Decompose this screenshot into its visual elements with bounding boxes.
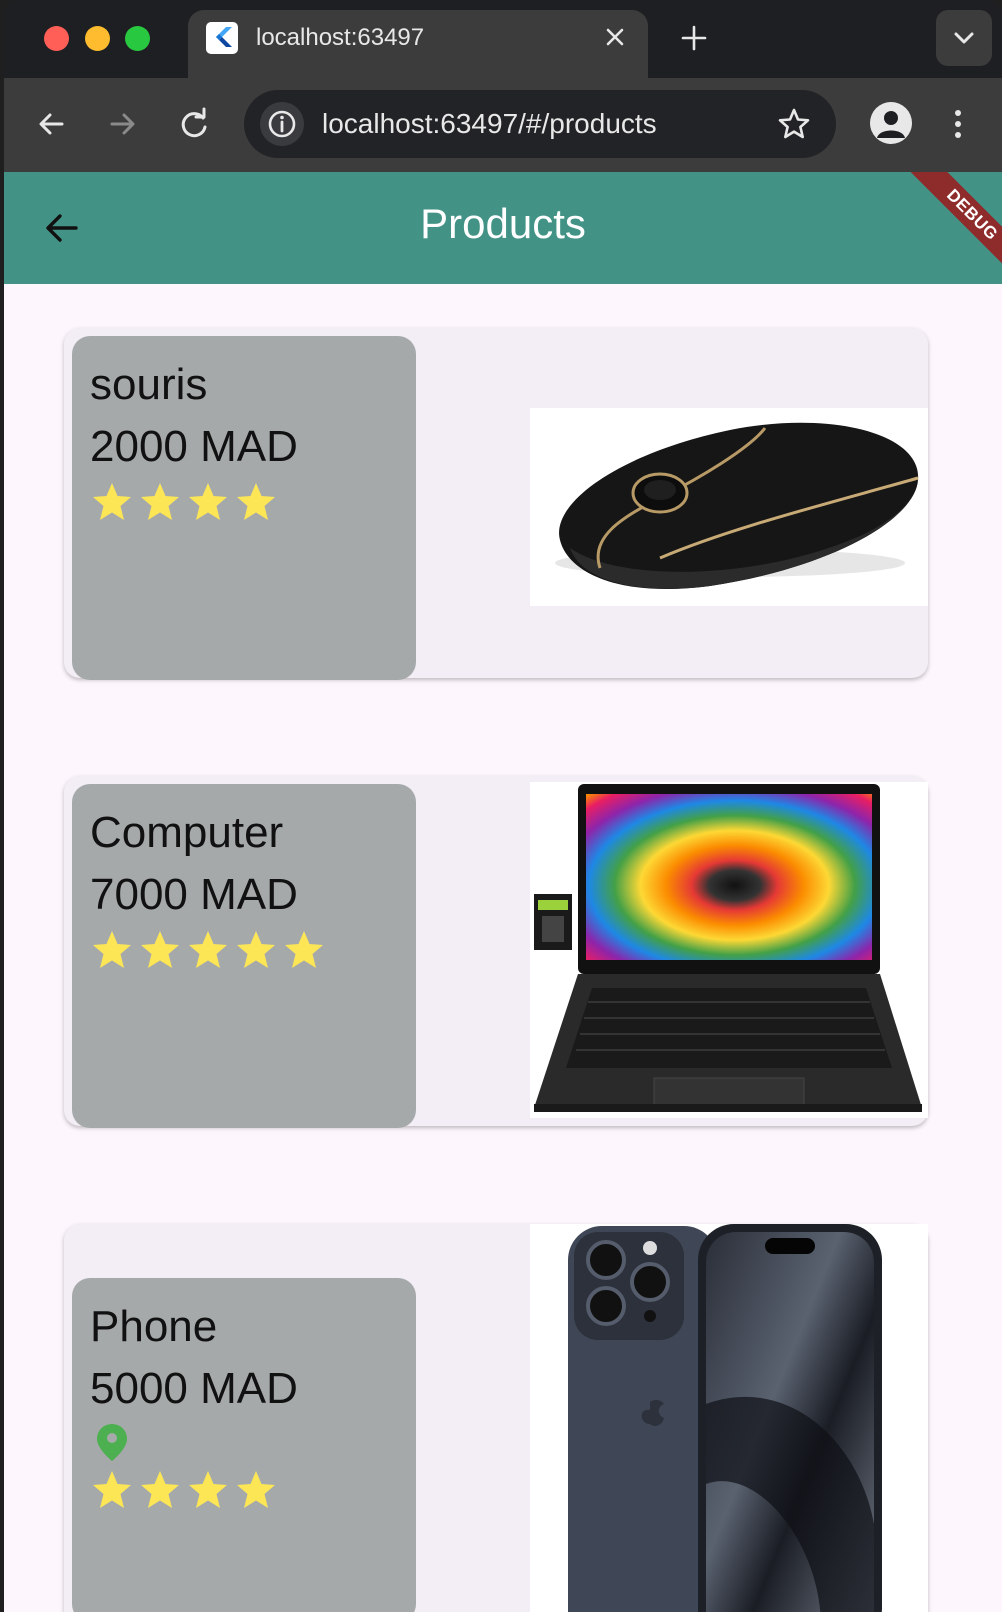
star-icon [93,931,131,968]
address-bar[interactable]: localhost:63497/#/products [244,90,836,158]
product-price: 7000 MAD [90,870,298,919]
rating-stars [90,928,326,972]
product-name: souris [90,360,208,409]
more-menu-icon[interactable] [948,102,968,146]
wireless-mouse-image [530,408,928,606]
tab-search-button[interactable] [936,10,992,66]
profile-avatar-icon[interactable] [870,102,912,144]
smartphone-image [530,1224,928,1612]
star-icon [237,931,275,968]
flutter-favicon-icon [206,22,238,54]
star-icon [189,1471,227,1508]
product-name: Phone [90,1302,218,1351]
star-icon [189,931,227,968]
browser-toolbar: localhost:63497/#/products [4,78,1002,172]
rating-stars [90,480,278,524]
location-pin-icon [94,1422,130,1462]
star-icon [237,1471,275,1508]
page-title: Products [420,200,586,247]
product-card-computer[interactable]: Computer 7000 MAD [64,776,928,1128]
new-tab-icon[interactable] [680,24,708,52]
browser-tab[interactable]: localhost:63497 [188,10,648,78]
minimize-window-button[interactable] [85,26,110,51]
product-info-panel: Computer 7000 MAD [72,784,416,1128]
product-card-souris[interactable]: souris 2000 MAD [64,328,928,680]
maximize-window-button[interactable] [125,26,150,51]
star-icon [285,931,323,968]
star-icon [237,483,275,520]
star-icon [93,483,131,520]
browser-window: localhost:63497 localhost:63497/#/produc… [4,0,1002,1612]
star-icon [93,1471,131,1508]
forward-icon[interactable] [100,102,144,146]
product-info-panel: Phone 5000 MAD [72,1278,416,1612]
url-text[interactable]: localhost:63497/#/products [322,108,657,140]
app-bar: Products [4,172,1002,284]
site-info-icon[interactable] [260,102,304,146]
tab-strip: localhost:63497 [4,0,1002,78]
star-icon [141,931,179,968]
close-window-button[interactable] [44,26,69,51]
product-price: 5000 MAD [90,1364,298,1413]
app-viewport: Products DEBUG souris 2000 MAD Computer … [4,172,1002,1612]
tab-title: localhost:63497 [256,24,425,51]
close-tab-icon[interactable] [602,24,628,50]
star-icon [141,483,179,520]
star-icon [189,483,227,520]
product-name: Computer [90,808,284,857]
back-icon[interactable] [30,102,74,146]
product-info-panel: souris 2000 MAD [72,336,416,680]
product-card-phone[interactable]: Phone 5000 MAD [64,1224,928,1612]
star-icon [141,1471,179,1508]
reload-icon[interactable] [172,102,216,146]
product-price: 2000 MAD [90,422,298,471]
bookmark-star-icon[interactable] [776,106,812,142]
laptop-image [530,782,928,1118]
rating-stars [90,1468,278,1512]
